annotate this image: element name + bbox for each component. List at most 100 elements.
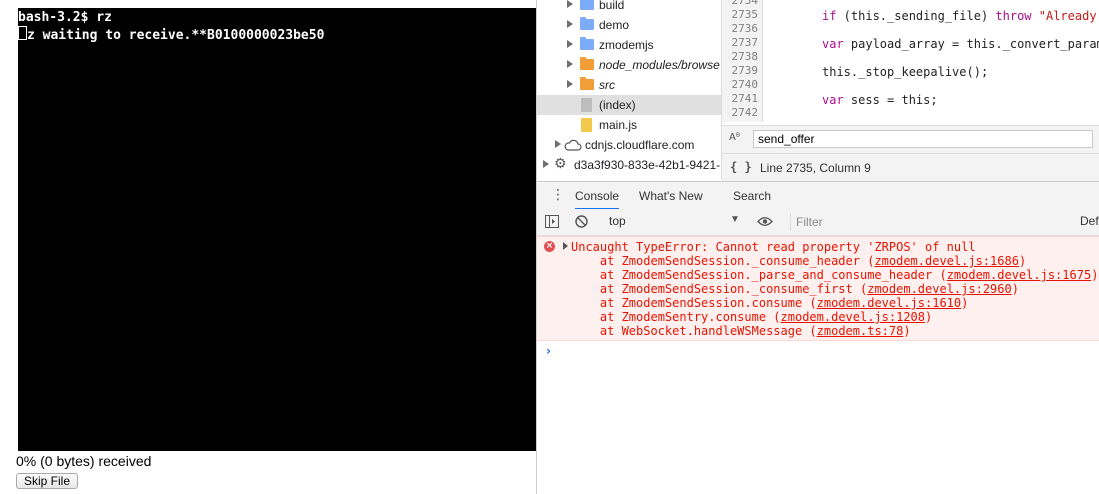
- js-file-icon: [581, 118, 592, 132]
- nav-item-label: d3a3f930-833e-42b1-9421-: [574, 158, 721, 172]
- console-error-message: × Uncaught TypeError: Cannot read proper…: [537, 236, 1099, 341]
- nav-item-label: build: [599, 0, 625, 12]
- line-number: 2737: [731, 36, 759, 49]
- expand-error-arrow-icon[interactable]: [563, 242, 568, 250]
- stack-frame-link[interactable]: zmodem.devel.js:1686: [874, 254, 1019, 268]
- nav-item-label: node_modules/browse: [599, 58, 720, 72]
- eye-icon[interactable]: [757, 216, 773, 227]
- stack-frame-end: ): [1018, 254, 1027, 268]
- context-select[interactable]: top: [609, 214, 626, 228]
- skip-file-button[interactable]: Skip File: [16, 473, 78, 489]
- line-number: 2736: [731, 22, 759, 35]
- code-text: payload_array = this._convert_param: [843, 37, 1099, 51]
- filter-input[interactable]: Filter: [790, 213, 1090, 231]
- stack-frame-link[interactable]: zmodem.devel.js:1675: [947, 268, 1092, 282]
- terminal-line-2: z waiting to receive.**B0100000023be50: [18, 26, 324, 43]
- search-input[interactable]: send_offer: [753, 130, 1093, 148]
- folder-icon: [580, 77, 594, 90]
- editor-status-bar: { } Line 2735, Column 9: [722, 153, 1099, 182]
- stack-frame-end: ): [903, 324, 911, 338]
- terminal-line-1: bash-3.2$ rz: [18, 10, 112, 25]
- folder-icon: [580, 0, 594, 10]
- cloud-icon: [564, 139, 582, 151]
- terminal-cursor: [18, 26, 27, 40]
- pretty-print-icon[interactable]: { }: [730, 160, 752, 174]
- stack-frame: at ZmodemSendSession._consume_header (zm…: [571, 254, 1026, 268]
- nav-item-cdnjs[interactable]: cdnjs.cloudflare.com: [537, 135, 721, 155]
- stack-frame-end: ): [1011, 282, 1019, 296]
- stack-frame: at WebSocket.handleWSMessage (zmodem.ts:…: [571, 324, 911, 338]
- clear-console-icon[interactable]: [575, 215, 588, 228]
- expand-arrow-icon[interactable]: [567, 60, 573, 68]
- code-text: (this._sending_file): [836, 9, 996, 23]
- stack-frame-text: at ZmodemSentry.consume (: [571, 310, 781, 324]
- code-line: this._stop_keepalive();: [822, 65, 989, 79]
- stack-frame-text: at ZmodemSendSession._consume_header (: [571, 254, 875, 268]
- nav-item-extension[interactable]: ⚙ d3a3f930-833e-42b1-9421-: [537, 155, 721, 175]
- nav-item-label: zmodemjs: [599, 38, 654, 52]
- console-prompt-icon[interactable]: ›: [546, 344, 551, 358]
- cursor-position: Line 2735, Column 9: [760, 161, 871, 175]
- code-editor[interactable]: 2734 2735 2736 2737 2738 2739 2740 2741 …: [722, 0, 1099, 122]
- tab-whats-new[interactable]: What's New: [639, 189, 703, 203]
- stack-frame: at ZmodemSendSession._parse_and_consume_…: [571, 268, 1099, 282]
- expand-arrow-icon[interactable]: [543, 160, 549, 168]
- expand-arrow-icon[interactable]: [567, 20, 573, 28]
- sidebar-toggle-icon[interactable]: [545, 215, 559, 228]
- code-line: if (this._sending_file) throw "Already: [822, 9, 1097, 23]
- code-keyword: if: [822, 9, 837, 23]
- expand-arrow-icon[interactable]: [567, 80, 573, 88]
- stack-frame-text: at ZmodemSendSession._parse_and_consume_…: [571, 268, 947, 282]
- gear-icon: ⚙: [554, 156, 567, 172]
- nav-item-src[interactable]: src: [537, 75, 721, 95]
- error-message-text: Uncaught TypeError: Cannot read property…: [571, 240, 976, 254]
- stack-frame: at ZmodemSendSession._consume_first (zmo…: [571, 282, 1019, 296]
- tab-console[interactable]: Console: [575, 189, 620, 210]
- console-toolbar: top ▼ Filter Defa: [537, 209, 1099, 236]
- error-icon: ×: [544, 241, 555, 252]
- chevron-down-icon[interactable]: ▼: [730, 214, 740, 225]
- nav-item-demo[interactable]: demo: [537, 15, 721, 35]
- expand-arrow-icon[interactable]: [567, 40, 573, 48]
- drawer-tab-bar: ⋮ Console What's New Search: [537, 181, 1099, 211]
- nav-item-node-modules[interactable]: node_modules/browse: [537, 55, 721, 75]
- folder-icon: [580, 17, 594, 30]
- expand-arrow-icon[interactable]: [555, 140, 561, 148]
- stack-frame-link[interactable]: zmodem.devel.js:2960: [867, 282, 1012, 296]
- devtools-panel: build demo zmodemjs node_modules/browse …: [536, 0, 1099, 494]
- search-bar: Aᴮ send_offer: [722, 125, 1099, 154]
- folder-icon: [580, 37, 594, 50]
- stack-frame-link[interactable]: zmodem.devel.js:1610: [817, 296, 962, 310]
- code-keyword: throw: [995, 9, 1032, 23]
- line-number: 2734: [731, 0, 759, 7]
- match-case-icon[interactable]: Aᴮ: [729, 132, 740, 143]
- expand-arrow-icon[interactable]: [567, 0, 573, 8]
- stack-frame: at ZmodemSentry.consume (zmodem.devel.js…: [571, 310, 932, 324]
- log-levels-dropdown[interactable]: Defa: [1080, 214, 1099, 228]
- sources-navigator[interactable]: build demo zmodemjs node_modules/browse …: [537, 0, 722, 180]
- terminal-screen[interactable]: bash-3.2$ rz z waiting to receive.**B010…: [18, 8, 536, 451]
- nav-item-index[interactable]: (index): [537, 95, 721, 115]
- drawer-menu-icon[interactable]: ⋮: [551, 187, 565, 203]
- nav-item-label: demo: [599, 18, 630, 32]
- nav-item-build[interactable]: build: [537, 0, 721, 15]
- stack-frame-link[interactable]: zmodem.ts:78: [817, 324, 904, 338]
- code-text: sess = this;: [843, 93, 938, 107]
- stack-frame-text: at ZmodemSendSession.consume (: [571, 296, 817, 310]
- line-number: 2735: [731, 8, 759, 21]
- tab-search[interactable]: Search: [733, 189, 771, 203]
- code-line: var sess = this;: [822, 93, 938, 107]
- nav-item-label: cdnjs.cloudflare.com: [585, 138, 695, 152]
- nav-item-label: src: [599, 78, 615, 92]
- code-keyword: var: [822, 93, 844, 107]
- nav-item-zmodemjs[interactable]: zmodemjs: [537, 35, 721, 55]
- code-keyword: var: [822, 37, 844, 51]
- line-number: 2742: [731, 106, 759, 119]
- stack-frame-end: ): [961, 296, 969, 310]
- line-number-gutter: 2734 2735 2736 2737 2738 2739 2740 2741 …: [722, 0, 763, 122]
- file-icon: [581, 98, 592, 112]
- stack-frame-link[interactable]: zmodem.devel.js:1208: [781, 310, 926, 324]
- line-number: 2738: [731, 50, 759, 63]
- nav-item-label: main.js: [599, 118, 638, 132]
- nav-item-main-js[interactable]: main.js: [537, 115, 721, 135]
